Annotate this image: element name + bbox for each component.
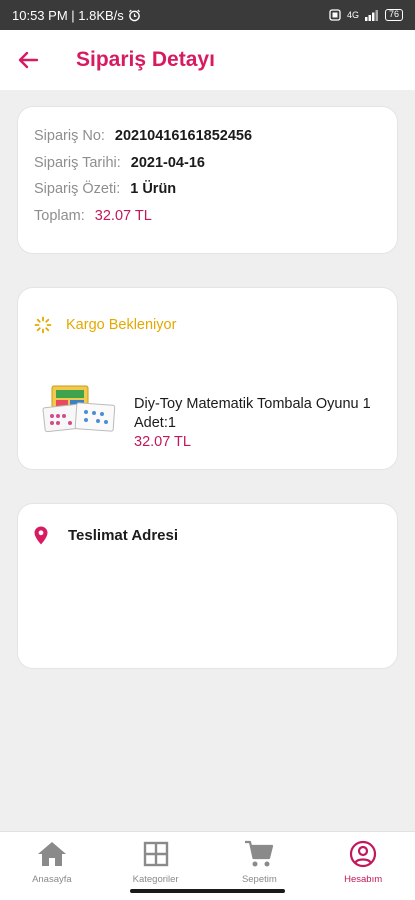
location-pin-icon <box>34 526 48 545</box>
nav-label-cart: Sepetim <box>241 874 277 885</box>
order-date-value: 2021-04-16 <box>130 154 205 171</box>
nav-item-home[interactable]: Anasayfa <box>0 832 104 900</box>
back-button[interactable] <box>16 48 40 72</box>
alarm-icon <box>128 9 140 21</box>
cart-icon <box>244 840 274 868</box>
app-header: Sipariş Detayı <box>0 30 415 90</box>
order-number-label: Sipariş No: <box>34 128 105 145</box>
nav-label-categories: Kategoriler <box>132 874 179 885</box>
order-total-row: Toplam: 32.07 TL <box>34 203 381 230</box>
order-overview-row: Sipariş Özeti: 1 Ürün <box>34 176 381 203</box>
loading-spinner-icon <box>34 316 52 334</box>
product-price: 32.07 TL <box>134 434 191 450</box>
status-right: 4G 76 <box>329 9 403 21</box>
product-image <box>42 384 120 434</box>
order-summary-card: Sipariş No: 20210416161852456 Sipariş Ta… <box>17 106 398 254</box>
shipment-status-text: Kargo Bekleniyor <box>66 317 177 333</box>
order-total-label: Toplam: <box>34 207 85 224</box>
status-time: 10:53 PM | 1.8KB/s <box>12 7 124 23</box>
order-number-row: Sipariş No: 20210416161852456 <box>34 123 381 150</box>
sim-icon <box>329 9 341 21</box>
grid-icon <box>141 840 171 868</box>
battery-icon: 76 <box>384 9 403 21</box>
order-product-item[interactable]: Diy-Toy Matematik Tombala Oyunu 1 Adet:1… <box>42 384 397 454</box>
page-title: Sipariş Detayı <box>76 48 215 71</box>
shipment-card: Kargo Bekleniyor Diy-Toy Matematik Tomba… <box>17 287 398 470</box>
delivery-address-card: Teslimat Adresi <box>17 503 398 669</box>
product-name: Diy-Toy Matematik Tombala Oyunu 1 <box>134 396 371 412</box>
nav-label-account: Hesabım <box>344 874 383 885</box>
home-indicator <box>130 889 285 893</box>
arrow-left-icon <box>18 51 39 69</box>
signal-icon <box>364 10 378 21</box>
delivery-address-title: Teslimat Adresi <box>68 527 179 544</box>
home-icon <box>37 840 67 868</box>
order-total-value: 32.07 TL <box>94 207 152 224</box>
nav-label-home: Anasayfa <box>32 874 72 885</box>
product-info: Diy-Toy Matematik Tombala Oyunu 1 Adet:1… <box>134 396 397 454</box>
order-number-value: 20210416161852456 <box>114 128 253 145</box>
product-quantity: Adet:1 <box>134 415 176 431</box>
delivery-address-header: Teslimat Adresi <box>34 526 178 545</box>
order-overview-label: Sipariş Özeti: <box>34 181 121 198</box>
nav-item-account[interactable]: Hesabım <box>311 832 415 900</box>
status-left: 10:53 PM | 1.8KB/s <box>12 8 141 23</box>
order-date-row: Sipariş Tarihi: 2021-04-16 <box>34 150 381 177</box>
shipment-status: Kargo Bekleniyor <box>34 316 176 334</box>
account-icon <box>348 840 378 868</box>
network-type: 4G <box>346 10 359 20</box>
order-date-label: Sipariş Tarihi: <box>34 154 121 171</box>
status-bar: 10:53 PM | 1.8KB/s 4G 76 <box>0 0 415 30</box>
order-overview-value: 1 Ürün <box>130 181 177 198</box>
